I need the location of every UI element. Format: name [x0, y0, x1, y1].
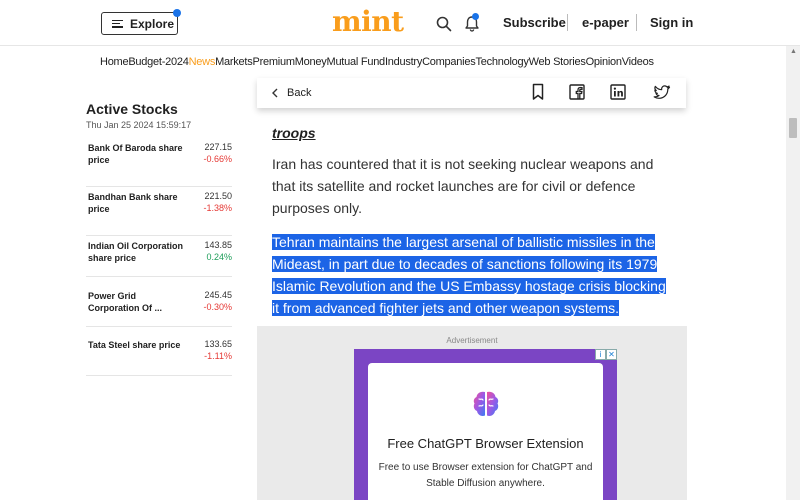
ad-choices-badge[interactable]: i ✕ [595, 349, 617, 360]
signin-link[interactable]: Sign in [650, 15, 693, 30]
ad-title: Free ChatGPT Browser Extension [387, 436, 584, 451]
nav-item-technology[interactable]: Technology [475, 56, 528, 72]
nav-item-industry[interactable]: Industry [385, 56, 422, 72]
stock-row[interactable]: Bank Of Baroda share price 227.15 -0.66% [86, 142, 232, 187]
stock-row[interactable]: Bandhan Bank share price 221.50 -1.38% [86, 191, 232, 236]
advertisement-slot: Advertisement i ✕ Free ChatGPT Browser E… [257, 326, 687, 500]
subscribe-link[interactable]: Subscribe [503, 15, 566, 30]
stock-price: 227.15 [204, 142, 232, 152]
explore-button[interactable]: Explore [101, 9, 181, 35]
brain-icon [473, 391, 499, 416]
adchoices-info-icon[interactable]: i [595, 349, 606, 360]
nav-item-opinion[interactable]: Opinion [586, 56, 622, 72]
nav-item-premium[interactable]: Premium [252, 56, 295, 72]
notification-dot [173, 9, 181, 17]
article-paragraph: Iran has countered that it is not seekin… [272, 156, 654, 216]
active-stocks-date: Thu Jan 25 2024 15:59:17 [86, 120, 192, 130]
stock-name: Bank Of Baroda share price [88, 143, 183, 165]
active-stocks-title: Active Stocks [86, 101, 178, 117]
scrollbar-thumb[interactable] [789, 118, 797, 138]
nav-item-news[interactable]: News [189, 56, 216, 72]
hamburger-icon [112, 19, 123, 28]
back-label: Back [287, 87, 312, 99]
stock-price: 143.85 [204, 240, 232, 250]
header-divider [636, 14, 637, 31]
nav-item-home[interactable]: Home [100, 56, 129, 72]
related-article-link-text: troops [272, 125, 316, 141]
bookmark-icon[interactable] [530, 83, 546, 101]
stock-row[interactable]: Power Grid Corporation Of ... 245.45 -0.… [86, 290, 232, 327]
stock-price: 133.65 [204, 339, 232, 349]
nav-item-markets[interactable]: Markets [215, 56, 253, 72]
page-scrollbar[interactable] [786, 46, 800, 500]
scroll-up-arrow-icon[interactable]: ▲ [790, 48, 797, 55]
article-paragraph-selected: Tehran maintains the largest arsenal of … [272, 231, 672, 319]
nav-item-web-stories[interactable]: Web Stories [529, 56, 586, 72]
epaper-link[interactable]: e-paper [582, 15, 629, 30]
ad-description: Free to use Browser extension for ChatGP… [378, 462, 593, 489]
chevron-left-icon [272, 88, 278, 98]
nav-item-budget-2024[interactable]: Budget-2024 [128, 56, 189, 72]
bell-notification-dot [472, 13, 479, 20]
stock-name: Bandhan Bank share price [88, 192, 178, 214]
facebook-icon[interactable] [569, 83, 585, 101]
stock-change: -1.38% [203, 203, 232, 213]
stock-change: -0.66% [203, 154, 232, 164]
mint-logo[interactable]: mint [332, 5, 404, 38]
nav-item-mutual-fund[interactable]: Mutual Fund [327, 56, 386, 72]
nav-item-money[interactable]: Money [295, 56, 327, 72]
stock-change: -0.30% [203, 302, 232, 312]
header-divider [567, 14, 568, 31]
stock-name: Tata Steel share price [88, 340, 181, 350]
back-button[interactable]: Back [271, 87, 311, 99]
advertisement-label: Advertisement [446, 336, 498, 345]
nav-item-companies[interactable]: Companies [422, 56, 476, 72]
stock-change: 0.24% [206, 252, 232, 262]
search-icon[interactable] [436, 16, 452, 32]
stock-name: Indian Oil Corporation share price [88, 241, 183, 263]
twitter-icon[interactable] [653, 83, 671, 101]
ad-card[interactable]: Free ChatGPT Browser Extension Free to u… [368, 363, 603, 500]
stock-row[interactable]: Tata Steel share price 133.65 -1.11% [86, 339, 232, 376]
explore-label: Explore [130, 16, 175, 31]
stock-change: -1.11% [204, 351, 232, 361]
stock-row[interactable]: Indian Oil Corporation share price 143.8… [86, 240, 232, 277]
stock-price: 221.50 [204, 191, 232, 201]
ad-close-icon[interactable]: ✕ [606, 349, 617, 360]
text-selection: Tehran maintains the largest arsenal of … [272, 234, 666, 316]
main-nav: Home Budget-2024 News Markets Premium Mo… [100, 56, 654, 72]
article-share-bar: Back [257, 78, 686, 108]
nav-item-videos[interactable]: Videos [622, 56, 654, 72]
stock-price: 245.45 [204, 290, 232, 300]
top-header: Explore mint Subscribe e-paper Sign in [0, 0, 800, 46]
ad-banner[interactable]: i ✕ Free ChatGPT Browser Extension Free … [354, 349, 617, 500]
stock-name: Power Grid Corporation Of ... [88, 291, 162, 313]
linkedin-icon[interactable] [610, 83, 626, 101]
